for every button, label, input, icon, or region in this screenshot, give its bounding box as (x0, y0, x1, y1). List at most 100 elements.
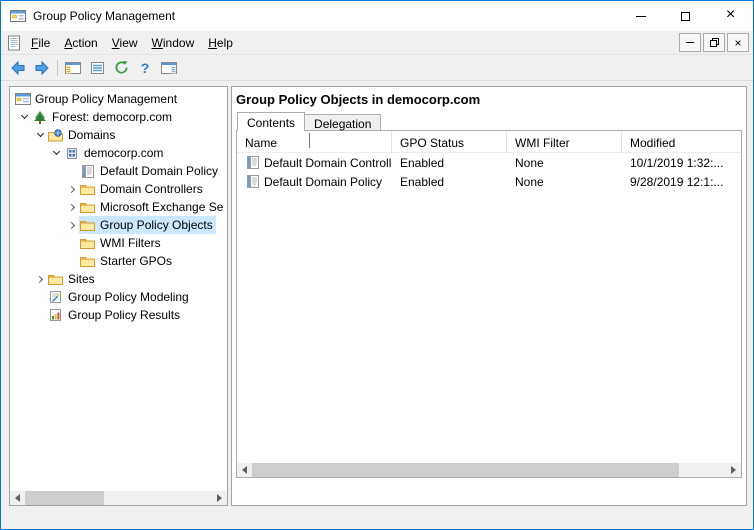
scroll-left-button[interactable] (237, 463, 252, 477)
expander-spacer (66, 234, 79, 252)
chevron-expanded-icon[interactable] (50, 144, 63, 162)
scroll-left-button[interactable] (10, 491, 25, 505)
scrollbar-thumb[interactable] (252, 463, 679, 477)
scrollbar-track[interactable] (25, 491, 212, 505)
back-icon (10, 60, 26, 76)
results-pane-title: Group Policy Objects in democorp.com (236, 92, 480, 107)
modeling-icon (47, 289, 64, 305)
show-console-tree-icon (65, 61, 81, 75)
help-icon: ? (141, 60, 150, 76)
tree-item-label: democorp.com (83, 145, 164, 161)
tab-delegation[interactable]: Delegation (304, 114, 381, 131)
expander-spacer (34, 306, 47, 324)
scrollbar-thumb[interactable] (25, 491, 104, 505)
maximize-button[interactable] (663, 1, 708, 31)
chevron-collapsed-icon[interactable] (66, 180, 79, 198)
tree-item-group-policy-objects[interactable]: Group Policy Objects (10, 216, 227, 234)
folder-icon (79, 235, 96, 251)
tree-item-democorp-domain[interactable]: democorp.com (10, 144, 227, 162)
scroll-right-arrow-icon (731, 466, 736, 474)
tree-item-group-policy-management-root[interactable]: Group Policy Management (10, 90, 227, 108)
sort-ascending-icon (309, 134, 310, 148)
child-minimize-button[interactable] (679, 33, 701, 52)
domain-icon (63, 145, 80, 161)
close-icon: × (734, 37, 741, 49)
show-console-tree-button[interactable] (61, 57, 85, 79)
tree-item-group-policy-results[interactable]: Group Policy Results (10, 306, 227, 324)
child-restore-button[interactable] (703, 33, 725, 52)
chevron-collapsed-icon[interactable] (66, 216, 79, 234)
tree-item-group-policy-modeling[interactable]: Group Policy Modeling (10, 288, 227, 306)
scroll-right-button[interactable] (726, 463, 741, 477)
table-row-default-domain-controllers-policy[interactable]: Default Domain Controller... Enabled Non… (237, 153, 741, 172)
cell-name: Default Domain Controller... (264, 156, 392, 170)
tree-item-sites[interactable]: Sites (10, 270, 227, 288)
menu-window[interactable]: Window (145, 32, 202, 54)
gpo-icon (245, 174, 260, 190)
results-pane: Group Policy Objects in democorp.com Con… (231, 86, 747, 506)
column-header-gpo-status[interactable]: GPO Status (392, 131, 507, 153)
scrollbar-track[interactable] (252, 463, 726, 477)
tree-item-microsoft-exchange[interactable]: Microsoft Exchange Se (10, 198, 227, 216)
toolbar: ? (1, 55, 753, 81)
chevron-collapsed-icon[interactable] (66, 198, 79, 216)
group-policy-management-window: Group Policy Management × File Action Vi… (0, 0, 754, 530)
chevron-expanded-icon[interactable] (18, 108, 31, 126)
forest-icon (31, 109, 48, 125)
column-header-name[interactable]: Name (237, 131, 392, 153)
tree-item-forest[interactable]: Forest: democorp.com (10, 108, 227, 126)
back-button[interactable] (6, 57, 30, 79)
chevron-collapsed-icon[interactable] (34, 270, 47, 288)
restore-icon (710, 38, 719, 47)
tree-item-label: Microsoft Exchange Se (99, 199, 224, 215)
scroll-left-arrow-icon (242, 466, 247, 474)
table-row-default-domain-policy[interactable]: Default Domain Policy Enabled None 9/28/… (237, 172, 741, 191)
gpo-icon (79, 163, 96, 179)
cell-gpo-status: Enabled (392, 172, 507, 191)
contents-tab-page: Name GPO Status WMI Filter Modified Defa… (236, 130, 742, 478)
column-header-modified[interactable]: Modified (622, 131, 741, 153)
close-button[interactable]: × (708, 1, 753, 31)
tab-contents[interactable]: Contents (237, 112, 305, 131)
show-action-pane-button[interactable] (157, 57, 181, 79)
tree-horizontal-scrollbar (10, 491, 227, 505)
menu-help[interactable]: Help (201, 32, 240, 54)
cell-modified: 9/28/2019 12:1:... (622, 172, 741, 191)
tree-item-domain-controllers[interactable]: Domain Controllers (10, 180, 227, 198)
scroll-left-arrow-icon (15, 494, 20, 502)
cell-wmi-filter: None (507, 153, 622, 172)
scroll-right-arrow-icon (217, 494, 222, 502)
minimize-icon (636, 16, 646, 17)
menu-action[interactable]: Action (57, 32, 104, 54)
tree-item-domains[interactable]: Domains (10, 126, 227, 144)
console-document-icon (7, 35, 22, 51)
menubar: File Action View Window Help × (1, 31, 753, 55)
chevron-expanded-icon[interactable] (34, 126, 47, 144)
forward-button[interactable] (30, 57, 54, 79)
help-button[interactable]: ? (133, 57, 157, 79)
app-icon (10, 8, 26, 24)
tree-item-label: Forest: democorp.com (51, 109, 173, 125)
tree-item-starter-gpos[interactable]: Starter GPOs (10, 252, 227, 270)
tree-item-wmi-filters[interactable]: WMI Filters (10, 234, 227, 252)
scroll-right-button[interactable] (212, 491, 227, 505)
toolbar-separator (57, 60, 58, 76)
expander-spacer (66, 162, 79, 180)
tree-item-label: Group Policy Modeling (67, 289, 190, 305)
folder-icon (79, 217, 96, 233)
menu-view[interactable]: View (105, 32, 145, 54)
console-tree: Group Policy Management Forest: democorp… (10, 87, 227, 491)
tree-item-default-domain-policy[interactable]: Default Domain Policy (10, 162, 227, 180)
child-close-button[interactable]: × (727, 33, 749, 52)
tree-item-label: Default Domain Policy (99, 163, 219, 179)
cell-gpo-status: Enabled (392, 153, 507, 172)
export-list-icon (90, 61, 105, 75)
column-header-wmi-filter[interactable]: WMI Filter (507, 131, 622, 153)
minimize-button[interactable] (618, 1, 663, 31)
refresh-button[interactable] (109, 57, 133, 79)
show-action-pane-icon (161, 61, 177, 75)
tree-item-label: Group Policy Objects (99, 217, 214, 233)
titlebar: Group Policy Management × (1, 1, 753, 31)
export-list-button[interactable] (85, 57, 109, 79)
menu-file[interactable]: File (24, 32, 57, 54)
